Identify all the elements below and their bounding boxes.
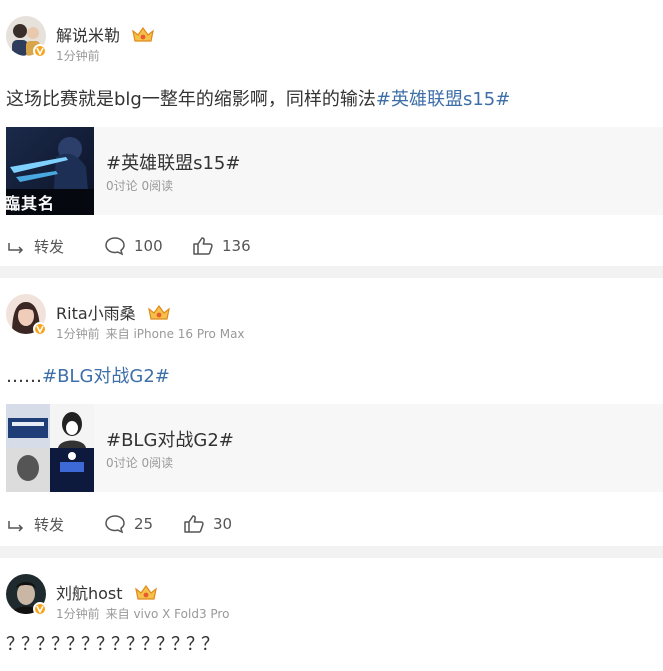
post-separator: [0, 266, 663, 278]
post-time[interactable]: 1分钟前: [56, 49, 100, 63]
author-name-wrap[interactable]: 解说米勒: [56, 22, 155, 46]
post-header: 刘航host 1分钟前 来自 vivo X Fold3 Pro: [0, 558, 663, 630]
comment-icon: [105, 237, 125, 256]
action-bar: 转发 25 30: [0, 504, 663, 544]
post-meta: 1分钟前: [56, 47, 100, 64]
comment-button[interactable]: 25: [104, 504, 153, 544]
comment-count: 25: [134, 515, 154, 533]
topic-card-stats: 0讨论 0阅读: [106, 456, 174, 470]
crown-icon: [132, 26, 155, 42]
thumbnail-overlay-text: 臨其名: [6, 194, 56, 213]
comment-icon: [105, 515, 125, 534]
post-text-body: ？？？？？？？？？？？？？？: [6, 634, 219, 655]
topic-card-title[interactable]: #BLG对战G2#: [106, 426, 234, 452]
post-time[interactable]: 1分钟前: [56, 607, 100, 621]
author-name[interactable]: 解说米勒: [56, 26, 120, 45]
repost-icon: [8, 243, 24, 254]
author-name[interactable]: Rita小雨桑: [56, 304, 136, 323]
like-button[interactable]: 30: [183, 504, 232, 544]
verified-badge-icon: [33, 602, 47, 616]
post-time[interactable]: 1分钟前: [56, 327, 100, 341]
repost-label: 转发: [34, 515, 65, 534]
topic-card-title[interactable]: #英雄联盟s15#: [106, 149, 240, 175]
topic-card-thumbnail: 臨其名: [6, 127, 94, 215]
post-1: 解说米勒 1分钟前 这场比赛就是blg一整年的缩影啊，同样的输法#英雄联盟s15…: [0, 0, 663, 266]
repost-button[interactable]: 转发: [6, 504, 64, 544]
topic-card-thumbnail: [6, 404, 94, 492]
post-3: 刘航host 1分钟前 来自 vivo X Fold3 Pro ？？？？？？？？？…: [0, 558, 663, 671]
like-button[interactable]: 136: [192, 226, 251, 266]
repost-icon: [8, 521, 24, 532]
post-2: Rita小雨桑 1分钟前 来自 iPhone 16 Pro Max ……#BLG对…: [0, 278, 663, 546]
like-icon: [184, 515, 204, 533]
topic-card-stats: 0讨论 0阅读: [106, 179, 174, 193]
post-text-body: 这场比赛就是blg一整年的缩影啊，同样的输法: [6, 89, 376, 110]
post-header: Rita小雨桑 1分钟前 来自 iPhone 16 Pro Max: [0, 278, 663, 350]
post-source: 来自 iPhone 16 Pro Max: [105, 327, 245, 341]
repost-label: 转发: [34, 237, 65, 256]
post-meta: 1分钟前 来自 iPhone 16 Pro Max: [56, 325, 245, 342]
like-icon: [193, 237, 213, 255]
post-text-body: ……: [6, 366, 42, 387]
like-count: 136: [222, 237, 251, 255]
author-name-wrap[interactable]: Rita小雨桑: [56, 300, 171, 324]
post-text: ……#BLG对战G2#: [0, 364, 170, 390]
post-text: ？？？？？？？？？？？？？？: [0, 632, 219, 658]
like-count: 30: [213, 515, 233, 533]
verified-badge-icon: [33, 322, 47, 336]
crown-icon: [134, 584, 157, 600]
crown-icon: [147, 304, 170, 320]
post-meta: 1分钟前 来自 vivo X Fold3 Pro: [56, 605, 229, 622]
topic-card[interactable]: #BLG对战G2# 0讨论 0阅读: [6, 404, 663, 492]
action-bar: 转发 100 136: [0, 226, 663, 266]
post-text: 这场比赛就是blg一整年的缩影啊，同样的输法#英雄联盟s15#: [0, 87, 510, 113]
repost-button[interactable]: 转发: [6, 226, 64, 266]
author-name[interactable]: 刘航host: [56, 584, 123, 603]
topic-link[interactable]: #英雄联盟s15#: [376, 89, 510, 110]
topic-link[interactable]: #BLG对战G2#: [42, 366, 170, 387]
post-source: 来自 vivo X Fold3 Pro: [105, 607, 230, 621]
verified-badge-icon: [33, 44, 47, 58]
post-header: 解说米勒 1分钟前: [0, 0, 663, 72]
author-name-wrap[interactable]: 刘航host: [56, 580, 158, 604]
comment-count: 100: [134, 237, 163, 255]
comment-button[interactable]: 100: [104, 226, 163, 266]
topic-card[interactable]: 臨其名 #英雄联盟s15# 0讨论 0阅读: [6, 127, 663, 215]
post-separator: [0, 546, 663, 558]
